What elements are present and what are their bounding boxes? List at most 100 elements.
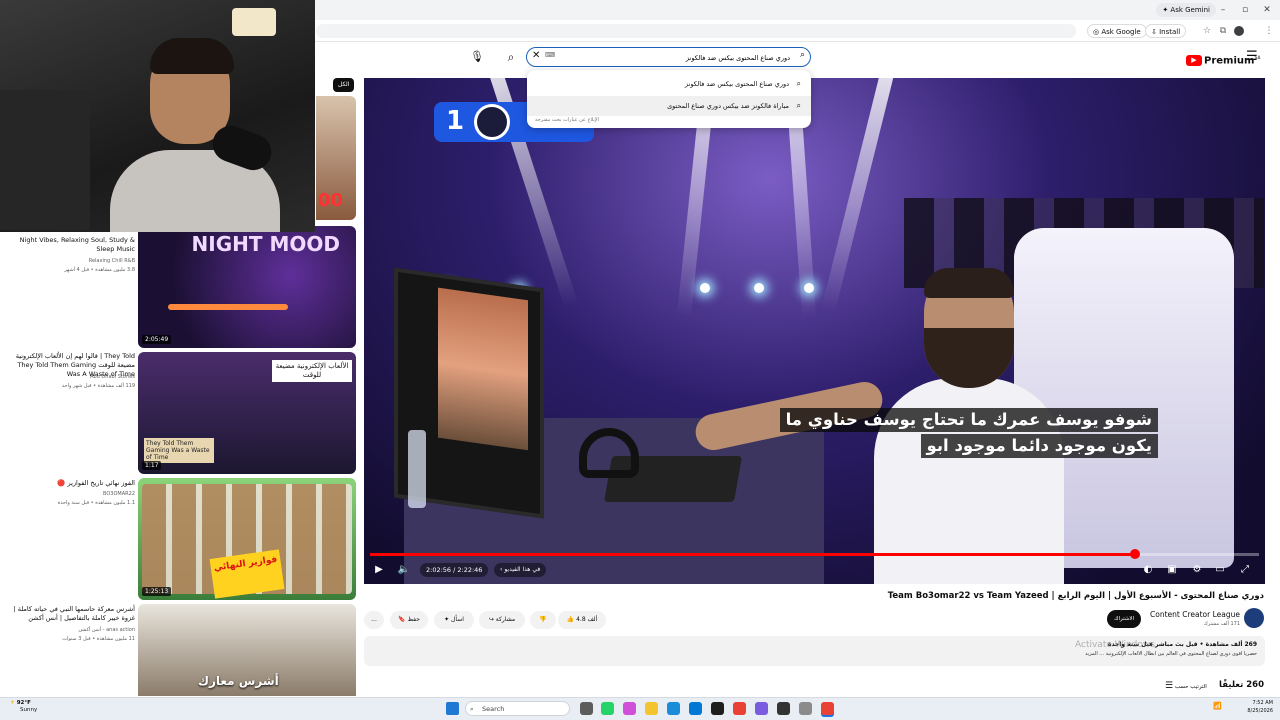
app-icon[interactable] <box>799 702 812 715</box>
task-view-icon[interactable] <box>580 702 593 715</box>
minimize-icon[interactable]: – <box>1216 3 1230 17</box>
video-thumbnail[interactable]: الألعاب الإلكترونية مضيعة للوقت They Tol… <box>138 352 356 474</box>
browser-menu-icon[interactable]: ⋮ <box>1262 24 1276 38</box>
taskbar-search[interactable]: ⌕ Search <box>465 701 570 716</box>
system-tray[interactable]: 📶 <box>1213 702 1222 710</box>
like-button[interactable]: 👍 4.8 ألف <box>558 611 606 629</box>
video-player[interactable]: 1 <box>364 78 1265 584</box>
maximize-icon[interactable]: ▫ <box>1238 3 1252 17</box>
video-meta: 119 ألف مشاهدة • قبل شهر واحد <box>61 383 135 389</box>
search-icon: ⌕ <box>796 79 801 88</box>
chrome-active-icon[interactable] <box>821 702 834 715</box>
channel-avatar[interactable] <box>1244 608 1264 628</box>
voice-search-icon[interactable]: 🎙 <box>468 48 486 66</box>
subscribe-button[interactable]: الاشتراك <box>1107 610 1141 628</box>
windows-taskbar <box>0 697 1280 720</box>
scrubber-handle[interactable] <box>1130 549 1140 559</box>
subscriber-count: 171 ألف مشترك <box>1203 621 1240 627</box>
play-icon[interactable]: ▶ <box>372 563 386 577</box>
score-value: 1 <box>446 106 465 136</box>
keyboard-icon[interactable]: ⌨ <box>545 51 555 59</box>
fullscreen-icon[interactable]: ⤢ <box>1238 563 1252 577</box>
video-title-link[interactable]: الفوز نهائي تاريخ الفوازير 🔴 <box>4 479 135 488</box>
clear-search-icon[interactable]: ✕ <box>532 50 540 61</box>
thumbnail-text: أشرس معارك <box>198 674 279 688</box>
search-input[interactable] <box>555 51 790 64</box>
windows-start-icon[interactable] <box>446 702 459 715</box>
video-title: دوري صناع المحتوى - الأسبوع الأول | اليو… <box>887 591 1264 601</box>
app-icon[interactable] <box>777 702 790 715</box>
settings-gear-icon[interactable]: ⚙ <box>1190 563 1204 577</box>
video-meta: 3.8 مليون مشاهدة • قبل 4 أشهر <box>64 267 135 273</box>
store-icon[interactable] <box>689 702 702 715</box>
video-title-link[interactable]: أشرس معركة حاسمها النبي في حياته كاملة |… <box>4 605 136 623</box>
video-thumbnail[interactable]: أشرس معارك <box>138 604 356 696</box>
install-chip[interactable]: ⇩ Install <box>1145 24 1187 38</box>
wifi-icon: 📶 <box>1213 702 1222 710</box>
file-explorer-icon[interactable] <box>645 702 658 715</box>
volume-icon[interactable]: 🔈 <box>397 563 411 577</box>
autoplay-toggle[interactable]: ◐ <box>1140 563 1156 577</box>
video-title-link[interactable]: Night Vibes, Relaxing Soul, Study & Slee… <box>4 236 135 254</box>
thumbnail-text: 00 <box>318 190 344 211</box>
sort-comments-button[interactable]: الترتيب حسب ☰ <box>1165 681 1207 691</box>
stage-light <box>700 283 710 293</box>
channel-name[interactable]: Relaxing Chill R&B <box>4 257 135 265</box>
discord-icon[interactable] <box>755 702 768 715</box>
webcam-background <box>0 90 90 230</box>
like-count: 4.8 ألف <box>576 616 598 623</box>
channel-name[interactable]: Abu Dhabi Stories <box>4 373 135 381</box>
search-submit-icon[interactable]: ⌕ <box>800 50 805 60</box>
share-button[interactable]: ↪ مشاركة <box>479 611 525 629</box>
channel-name[interactable]: BO3OMAR22 <box>4 490 135 498</box>
terminal-icon[interactable] <box>711 702 724 715</box>
whatsapp-icon[interactable] <box>601 702 614 715</box>
save-button[interactable]: 🔖 حفظ <box>390 611 428 629</box>
chapter-button[interactable]: في هذا الفيديو › <box>494 563 547 577</box>
ask-label: اسأل <box>451 616 464 623</box>
fireplace <box>168 304 288 310</box>
clock-date: 8/25/2026 <box>1247 708 1273 714</box>
ask-button[interactable]: ✦ اسأل <box>434 611 474 629</box>
filter-chip-all[interactable]: الكل <box>333 78 355 92</box>
edge-icon[interactable] <box>667 702 680 715</box>
video-meta: 11 مليون مشاهدة • قبل 3 سنوات <box>62 636 135 642</box>
comments-count: 260 تعليقًا <box>1219 680 1264 690</box>
thumbnail-caption: They Told Them Gaming Was a Waste of Tim… <box>144 438 214 463</box>
video-thumbnail[interactable]: فوازير النهائي 1:25:13 <box>138 478 356 600</box>
theater-mode-icon[interactable]: ▭ <box>1213 563 1227 577</box>
suggestion-item[interactable]: ⌕ مباراة فالكونز ضد بيكس دوري صناع المحتو… <box>527 96 811 116</box>
ask-google-chip[interactable]: ◎ Ask Google <box>1087 24 1147 38</box>
copilot-icon[interactable] <box>623 702 636 715</box>
hamburger-menu-icon[interactable]: ☰ <box>1246 49 1258 64</box>
suggestion-item[interactable]: ⌕ دوري صناع المحتوى بيكس ضد فالكونز <box>527 74 811 94</box>
more-actions-button[interactable]: ... <box>364 611 384 629</box>
taskbar-clock[interactable]: 7:52 AM 8/25/2026 <box>1237 699 1273 715</box>
star-icon[interactable]: ☆ <box>1200 24 1214 38</box>
thumbs-down-icon: 👎 <box>539 616 547 623</box>
weather-desc: Sunny <box>20 707 38 713</box>
report-suggestions-link[interactable]: الإبلاغ عن عبارات بحث مقترحة <box>535 117 599 123</box>
dislike-button[interactable]: 👎 <box>530 611 556 629</box>
clock-time: 7:52 AM <box>1252 700 1273 706</box>
weather-widget[interactable]: ☀ 92°F Sunny <box>10 700 37 714</box>
channel-name[interactable]: Content Creator League <box>1150 610 1240 619</box>
video-thumbnail[interactable]: NIGHT MOOD 2:05:49 <box>138 226 356 348</box>
progress-fill <box>370 553 1135 556</box>
suggestion-label: مباراة فالكونز ضد بيكس دوري صناع المحتوى <box>667 102 789 110</box>
profile-avatar[interactable] <box>1232 24 1246 38</box>
extensions-icon[interactable]: ⧉ <box>1216 24 1230 38</box>
description-text: حصرياً أقوى دوري لصناع المحتوى في العالم… <box>1085 651 1257 657</box>
search-icon[interactable]: ⌕ <box>502 48 520 66</box>
monitor-screen <box>438 287 528 451</box>
video-thumbnail[interactable]: 00 <box>316 96 356 220</box>
channel-name[interactable]: anas action - أنس أكشن <box>4 626 135 634</box>
suggestion-label: دوري صناع المحتوى بيكس ضد فالكونز <box>684 80 789 88</box>
ask-gemini-button[interactable]: ✦ Ask Gemini <box>1156 3 1216 17</box>
subtitles-icon[interactable]: ▣ <box>1165 563 1179 577</box>
chrome-icon[interactable] <box>733 702 746 715</box>
close-window-icon[interactable]: ✕ <box>1260 3 1274 17</box>
stage-light <box>754 283 764 293</box>
address-bar[interactable] <box>316 24 1076 38</box>
video-meta: 1.1 مليون مشاهدة • قبل سنة واحدة <box>57 500 135 506</box>
